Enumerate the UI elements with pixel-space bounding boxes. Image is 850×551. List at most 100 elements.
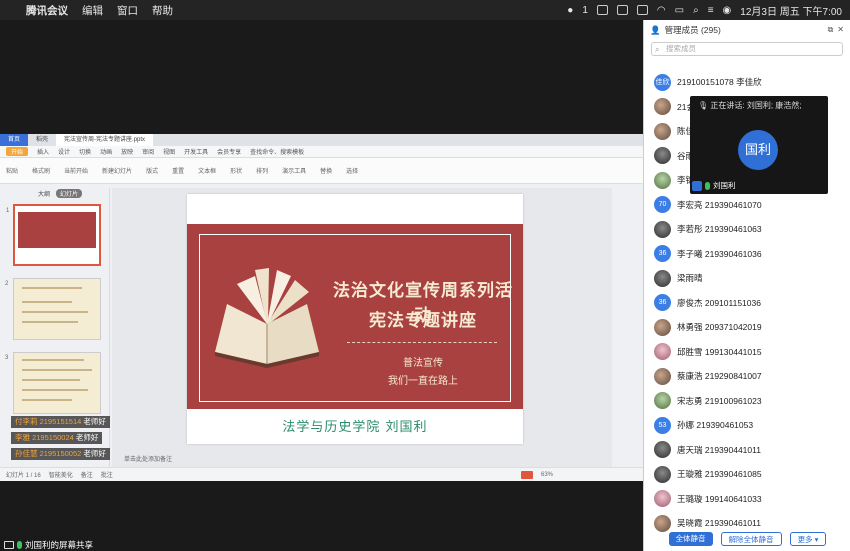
smart-beautify-button[interactable]: 智能美化: [49, 470, 73, 479]
battery-icon[interactable]: ▭: [675, 5, 684, 16]
avatar: [654, 367, 671, 385]
shape-button[interactable]: 形状: [230, 166, 242, 175]
mic-icon: [705, 181, 710, 190]
chat-sender: 李雅 2195150024: [15, 433, 74, 442]
control-center-icon[interactable]: ≡: [708, 5, 714, 16]
active-speaker-tile[interactable]: 🎙 正在讲话: 刘国利; 康浩然; 国利 刘国利: [690, 96, 828, 194]
tab-docer[interactable]: 稻壳: [28, 134, 56, 146]
member-row[interactable]: 宋志勇 219100961023: [654, 391, 762, 411]
member-name: 蔡康浩 219290841007: [677, 371, 762, 381]
member-row[interactable]: 李若彤 219390461063: [654, 219, 762, 239]
slide-thumbnail[interactable]: 3: [5, 352, 101, 414]
ribbon-tab-member[interactable]: 会员专享: [217, 147, 241, 156]
speaker-name-tag: 刘国利: [692, 180, 736, 191]
app-icon[interactable]: [636, 5, 648, 15]
select-button[interactable]: 选择: [346, 166, 358, 175]
popout-icon[interactable]: ⧉: [828, 25, 834, 35]
members-icon: 👤: [650, 24, 661, 35]
ribbon-tab-start[interactable]: 开始: [6, 147, 29, 156]
ribbon-tab-slideshow[interactable]: 放映: [121, 147, 133, 156]
slide-thumbnail[interactable]: 1: [6, 204, 101, 266]
member-row[interactable]: 佳欣 219100151078 李佳欣: [654, 72, 762, 92]
search-icon[interactable]: ⌕: [693, 5, 699, 16]
comments-button[interactable]: 批注: [101, 470, 113, 479]
slide-subtitle-line2: 我们一直在路上: [388, 376, 458, 387]
member-row[interactable]: 蔡康浩 219290841007: [654, 366, 762, 386]
shared-screen-area: 首页 稻壳 宪法宣传周-宪法专题讲座.pptx 开始 插入 设计 切换 动画 放…: [0, 20, 643, 551]
user-icon: [692, 180, 702, 191]
member-row[interactable]: 53 孙娜 219390461053: [654, 415, 753, 435]
current-slide[interactable]: 法治文化宣传周系列活动 宪法专题讲座 普法宣传 我们一直在路上 法学与历史学院 …: [187, 194, 523, 444]
reset-button[interactable]: 重置: [172, 166, 184, 175]
notes-button[interactable]: 备注: [81, 470, 93, 479]
wifi-icon[interactable]: ◠: [657, 5, 666, 16]
new-slide-button[interactable]: 新建幻灯片: [102, 166, 132, 175]
member-row[interactable]: 36 廖俊杰 209101151036: [654, 293, 761, 313]
speaking-status: 🎙 正在讲话: 刘国利; 康浩然;: [698, 101, 802, 110]
presentation-tools-button[interactable]: 演示工具: [282, 166, 306, 175]
play-icon[interactable]: [520, 470, 533, 479]
menu-app-name[interactable]: 腾讯会议: [26, 3, 68, 18]
member-search-input[interactable]: ⌕ 搜索成员: [651, 42, 843, 56]
search-icon: ⌕: [655, 45, 660, 54]
mute-all-button[interactable]: 全体静音: [668, 531, 713, 546]
app-icon[interactable]: [616, 5, 628, 15]
menu-help[interactable]: 帮助: [152, 3, 173, 18]
command-search[interactable]: 查找命令、搜索模板: [250, 147, 304, 156]
member-row[interactable]: 邱胜雪 199130441015: [654, 342, 762, 362]
notes-area[interactable]: 单击此处添加备注: [112, 453, 612, 467]
member-row[interactable]: 谷雨: [654, 146, 694, 166]
ribbon-tab-insert[interactable]: 插入: [37, 147, 49, 156]
member-row[interactable]: 36 李子曦 219390461036: [654, 244, 762, 264]
chat-sender: 付李莉 2195151514: [15, 417, 82, 426]
ribbon-tab-review[interactable]: 审阅: [142, 147, 154, 156]
format-painter-button[interactable]: 格式刷: [32, 166, 50, 175]
outline-tab[interactable]: 大纲: [38, 189, 50, 198]
avatar: 53: [654, 416, 671, 434]
member-name: 李若彤 219390461063: [677, 224, 762, 234]
member-row[interactable]: 王璇雅 219390461085: [654, 464, 762, 484]
ribbon-tab-developer[interactable]: 开发工具: [184, 147, 208, 156]
menu-edit[interactable]: 编辑: [82, 3, 103, 18]
slides-tab[interactable]: 幻灯片: [56, 189, 83, 198]
share-owner: 刘国利的屏幕共享: [25, 539, 94, 550]
menu-window[interactable]: 窗口: [117, 3, 138, 18]
open-book-image: [215, 268, 319, 368]
replace-button[interactable]: 替换: [320, 166, 332, 175]
chat-text: 老师好: [83, 449, 106, 458]
paste-button[interactable]: 粘贴: [6, 166, 18, 175]
app-icon[interactable]: [596, 5, 608, 15]
member-name: 林勇强 209371042019: [677, 322, 762, 332]
zoom-level[interactable]: 63%: [541, 472, 553, 478]
slide-thumbnail[interactable]: 2: [5, 278, 101, 340]
tab-document[interactable]: 宪法宣传周-宪法专题讲座.pptx: [56, 134, 154, 146]
close-icon[interactable]: ✕: [837, 25, 844, 35]
siri-icon[interactable]: ◉: [723, 5, 732, 16]
unmute-all-button[interactable]: 解除全体静音: [720, 531, 782, 546]
ribbon-tab-design[interactable]: 设计: [58, 147, 70, 156]
more-button[interactable]: 更多 ▾: [789, 531, 827, 546]
slide-red-band: 法治文化宣传周系列活动 宪法专题讲座 普法宣传 我们一直在路上: [187, 224, 523, 409]
menu-bar: 腾讯会议 编辑 窗口 帮助 ● 1 ◠ ▭ ⌕ ≡ ◉ 12月3日 周五 下午7…: [0, 0, 850, 20]
avatar: [654, 269, 671, 287]
member-row[interactable]: 唐天瑞 219390441011: [654, 440, 761, 460]
member-row[interactable]: 李锦: [654, 170, 694, 190]
member-row[interactable]: 王璐璇 199140641033: [654, 489, 762, 509]
avatar: [654, 98, 671, 115]
clock[interactable]: 12月3日 周五 下午7:00: [740, 3, 842, 18]
tab-home[interactable]: 首页: [0, 134, 29, 146]
member-name: 王璇雅 219390461085: [677, 469, 762, 479]
ribbon-tab-animation[interactable]: 动画: [100, 147, 112, 156]
layout-button[interactable]: 版式: [146, 166, 158, 175]
textbox-button[interactable]: 文本框: [198, 166, 216, 175]
member-row[interactable]: 梁雨晴: [654, 268, 703, 288]
screen-icon: [4, 540, 14, 549]
arrange-button[interactable]: 排列: [256, 166, 268, 175]
from-current-button[interactable]: 当前开始: [64, 166, 88, 175]
ribbon-tab-transition[interactable]: 切换: [79, 147, 91, 156]
member-row[interactable]: 林勇强 209371042019: [654, 317, 762, 337]
member-row[interactable]: 70 李宏亮 219390461070: [654, 195, 762, 215]
ribbon-tab-view[interactable]: 视图: [163, 147, 175, 156]
member-row[interactable]: 陈佳: [654, 121, 694, 141]
wechat-icon[interactable]: ●: [567, 5, 573, 16]
